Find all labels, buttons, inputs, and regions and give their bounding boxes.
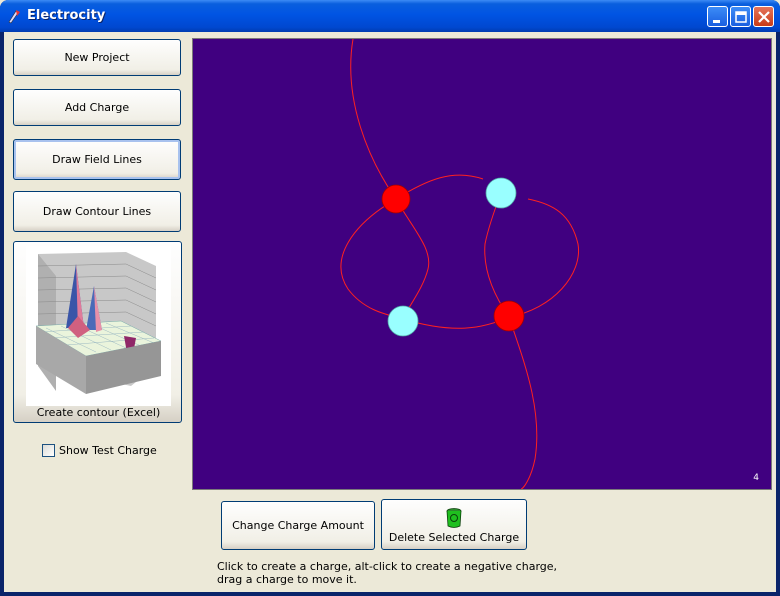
field-line [340, 198, 404, 320]
close-icon [758, 11, 770, 23]
surface-plot-thumbnail [26, 246, 171, 406]
add-charge-button[interactable]: Add Charge [13, 89, 181, 126]
client-area: New Project Add Charge Draw Field Lines … [4, 32, 776, 592]
field-line [350, 39, 397, 200]
negative-charge [387, 305, 419, 337]
minimize-button[interactable] [707, 6, 728, 27]
instructions-line-1: Click to create a charge, alt-click to c… [217, 560, 558, 573]
title-bar[interactable]: Electrocity [0, 0, 780, 32]
delete-selected-charge-button[interactable]: Delete Selected Charge [381, 499, 527, 550]
negative-charge [485, 177, 517, 209]
instructions-text: Click to create a charge, alt-click to c… [217, 560, 557, 586]
new-project-button[interactable]: New Project [13, 39, 181, 76]
show-test-charge-label[interactable]: Show Test Charge [59, 444, 157, 457]
charge-count: 4 [753, 473, 759, 483]
app-icon [8, 10, 20, 24]
field-line [508, 316, 538, 489]
field-line [484, 192, 510, 318]
field-lines-svg [340, 39, 580, 489]
field-line [508, 198, 580, 318]
app-window: Electrocity New Project Add Charge Draw … [0, 0, 780, 596]
field-line [395, 198, 430, 320]
instructions-line-2: drag a charge to move it. [217, 573, 357, 586]
minimize-icon [713, 20, 720, 23]
show-test-charge-checkbox[interactable] [42, 444, 55, 457]
create-contour-label: Create contour (Excel) [36, 406, 161, 419]
draw-contour-lines-button[interactable]: Draw Contour Lines [13, 191, 181, 232]
positive-charge [381, 184, 411, 214]
create-contour-button[interactable]: Create contour (Excel) [13, 241, 182, 423]
change-charge-amount-button[interactable]: Change Charge Amount [221, 501, 375, 550]
draw-field-lines-button[interactable]: Draw Field Lines [13, 139, 181, 180]
positive-charge [493, 300, 525, 332]
maximize-button[interactable] [730, 6, 751, 27]
close-button[interactable] [753, 6, 774, 27]
window-title: Electrocity [27, 8, 106, 23]
drawing-canvas[interactable]: 4 [192, 38, 772, 490]
recycle-bin-icon [446, 508, 462, 528]
maximize-icon [735, 11, 747, 23]
field-line [402, 316, 510, 329]
delete-selected-charge-label: Delete Selected Charge [388, 531, 520, 544]
